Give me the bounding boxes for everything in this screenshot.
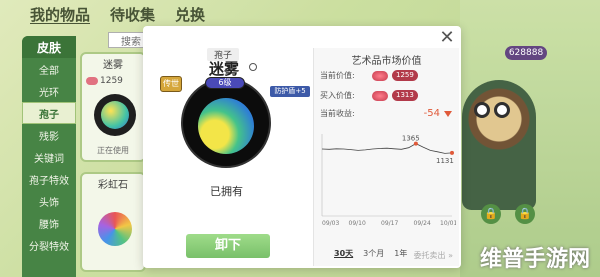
item-card-price: 1259 — [86, 76, 123, 86]
sidebar-item-keyword[interactable]: 关键词 — [22, 146, 76, 168]
range-tabs: 30天 3个月 1年 — [334, 248, 407, 259]
x-tick-label: 10/01 — [440, 220, 456, 227]
tab-to-collect[interactable]: 待收集 — [110, 4, 155, 25]
earnings-row: 当前收益: -54 — [320, 108, 452, 119]
spore-disc-icon — [94, 94, 136, 136]
x-tick-label: 09/17 — [381, 220, 398, 227]
item-name: 迷雾 — [209, 60, 240, 78]
score-badge: 628888 — [505, 46, 547, 60]
site-watermark: 维普手游网 — [479, 247, 590, 272]
market-title: 艺术品市场价值 — [351, 56, 422, 67]
sidebar-item-all[interactable]: 全部 — [22, 58, 76, 80]
last-point — [450, 150, 454, 155]
rarity-badge: 传世 — [160, 76, 182, 92]
earnings-label: 当前收益: — [320, 109, 355, 118]
candy-icon — [372, 70, 388, 81]
x-tick-label: 09/10 — [349, 220, 366, 227]
x-tick-label: 09/03 — [322, 220, 339, 227]
consign-sell-link[interactable]: 委托卖出 » — [414, 250, 453, 261]
category-sidebar: 皮肤 全部 光环 孢子 残影 关键词 孢子特效 头饰 腰饰 分裂特效 — [22, 36, 76, 277]
lock-icon: 🔒 — [481, 204, 501, 224]
annotation-label: 1365 — [402, 135, 420, 143]
price-line-chart: 1365 1131 09/03 09/10 09/17 09/24 10/01 — [321, 134, 456, 227]
buy-value-row: 买入价值: 1313 — [320, 90, 452, 101]
item-detail-modal: ✕ 孢子 迷雾 6级 传世 防护盾+5 已拥有 卸下 艺术品市场价值 当前价值:… — [143, 26, 461, 268]
owned-status: 已拥有 — [210, 185, 243, 198]
sidebar-header[interactable]: 皮肤 — [22, 36, 76, 58]
character-illustration — [462, 80, 536, 210]
character-eye — [474, 102, 490, 118]
character-eye — [494, 102, 510, 118]
rainbow-flower-icon — [98, 212, 132, 246]
sidebar-item-spore[interactable]: 孢子 — [22, 102, 76, 124]
sidebar-item-afterimage[interactable]: 残影 — [22, 124, 76, 146]
item-card-title: 迷雾 — [103, 60, 123, 71]
tab-exchange[interactable]: 兑换 — [175, 4, 205, 25]
top-tab-bar: 我的物品 待收集 兑换 — [30, 4, 205, 25]
range-tab-30d[interactable]: 30天 — [334, 248, 353, 259]
current-value-row: 当前价值: 1259 — [320, 70, 452, 81]
market-value-panel: 艺术品市场价值 当前价值: 1259 买入价值: 1313 当前收益: -54 … — [313, 48, 459, 266]
sidebar-item-spore-effect[interactable]: 孢子特效 — [22, 168, 76, 190]
earnings-value: -54 — [423, 108, 440, 119]
item-card-price-value: 1259 — [100, 76, 123, 86]
candy-icon — [372, 90, 388, 101]
close-icon[interactable]: ✕ — [439, 29, 455, 47]
sidebar-item-halo[interactable]: 光环 — [22, 80, 76, 102]
annotation-label: 1131 — [436, 157, 454, 165]
shield-bonus-badge: 防护盾+5 — [270, 86, 310, 97]
down-arrow-icon — [444, 110, 452, 117]
preview-eye-icon[interactable] — [249, 63, 257, 71]
buy-value: 1313 — [392, 90, 418, 101]
sidebar-item-headwear[interactable]: 头饰 — [22, 190, 76, 212]
range-tab-3m[interactable]: 3个月 — [363, 248, 384, 259]
candy-icon — [86, 77, 98, 85]
item-card-status: 正在使用 — [97, 146, 129, 155]
level-badge: 6级 — [205, 77, 245, 89]
tab-my-items[interactable]: 我的物品 — [30, 4, 90, 25]
spore-preview-icon — [181, 78, 271, 168]
range-tab-1y[interactable]: 1年 — [394, 248, 407, 259]
unequip-button[interactable]: 卸下 — [186, 234, 270, 258]
current-value-label: 当前价值: — [320, 71, 355, 80]
buy-value-label: 买入价值: — [320, 91, 355, 100]
item-card[interactable]: 迷雾 1259 正在使用 — [80, 52, 146, 162]
sidebar-item-split-effect[interactable]: 分裂特效 — [22, 234, 76, 256]
lock-icon: 🔒 — [515, 204, 535, 224]
sidebar-item-waist[interactable]: 腰饰 — [22, 212, 76, 234]
item-card[interactable]: 彩虹石 — [80, 172, 146, 272]
item-card-title: 彩虹石 — [98, 180, 128, 191]
x-tick-label: 09/24 — [414, 220, 431, 227]
search-input[interactable]: 搜索 — [108, 32, 148, 48]
price-series-line — [321, 143, 453, 154]
current-value: 1259 — [392, 70, 418, 81]
